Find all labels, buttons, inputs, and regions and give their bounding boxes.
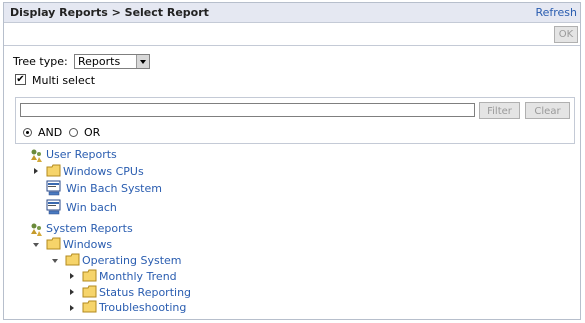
filter-box: Filter Clear AND OR [15,97,575,144]
folder-icon [82,300,97,313]
or-radio[interactable] [69,128,78,137]
tree-type-value: Reports [78,55,121,68]
report-icon [46,180,61,196]
divider [4,45,580,46]
expand-icon[interactable] [70,273,74,279]
title-bar: Display Reports > Select Report Refresh [4,3,580,23]
select-report-panel: Display Reports > Select Report Refresh … [3,2,581,320]
report-group-icon [31,223,42,236]
folder-icon [82,269,97,282]
refresh-link[interactable]: Refresh [535,6,577,19]
multi-select-label: Multi select [32,74,96,87]
and-label: AND [38,126,63,139]
tree-item-monthly-trend[interactable]: Monthly Trend [99,269,177,285]
tree-item-system-reports[interactable]: System Reports [46,221,133,237]
report-icon [46,199,61,215]
expand-icon[interactable] [70,289,74,295]
tree-item-win-bach-system[interactable]: Win Bach System [66,181,162,197]
multi-select-checkbox[interactable]: ✔ [15,74,26,85]
collapse-icon[interactable] [52,259,58,263]
ok-button[interactable]: OK [554,26,578,43]
collapse-icon[interactable] [33,243,39,247]
report-group-icon [31,149,42,162]
page-title: Display Reports > Select Report [10,6,209,19]
tree-item-windows-cpus[interactable]: Windows CPUs [63,164,144,180]
expand-icon[interactable] [34,168,38,174]
or-label: OR [84,126,101,139]
and-radio[interactable] [23,128,32,137]
folder-icon [82,285,97,298]
tree-item-operating-system[interactable]: Operating System [82,253,182,269]
tree-item-user-reports[interactable]: User Reports [46,147,117,163]
tree-item-windows[interactable]: Windows [63,237,112,253]
folder-icon [46,237,61,250]
folder-icon [65,253,80,266]
chevron-down-icon[interactable] [136,55,149,68]
tree-type-label: Tree type: [13,55,68,68]
tree-type-select[interactable]: Reports [74,54,150,69]
tree-item-win-bach[interactable]: Win bach [66,200,117,216]
tree-item-troubleshooting[interactable]: Troubleshooting [99,300,186,316]
tree-item-status-reporting[interactable]: Status Reporting [99,285,191,301]
folder-icon [46,164,61,177]
filter-input[interactable] [20,103,475,117]
clear-button[interactable]: Clear [525,102,570,119]
expand-icon[interactable] [70,305,74,311]
filter-button[interactable]: Filter [479,102,520,119]
